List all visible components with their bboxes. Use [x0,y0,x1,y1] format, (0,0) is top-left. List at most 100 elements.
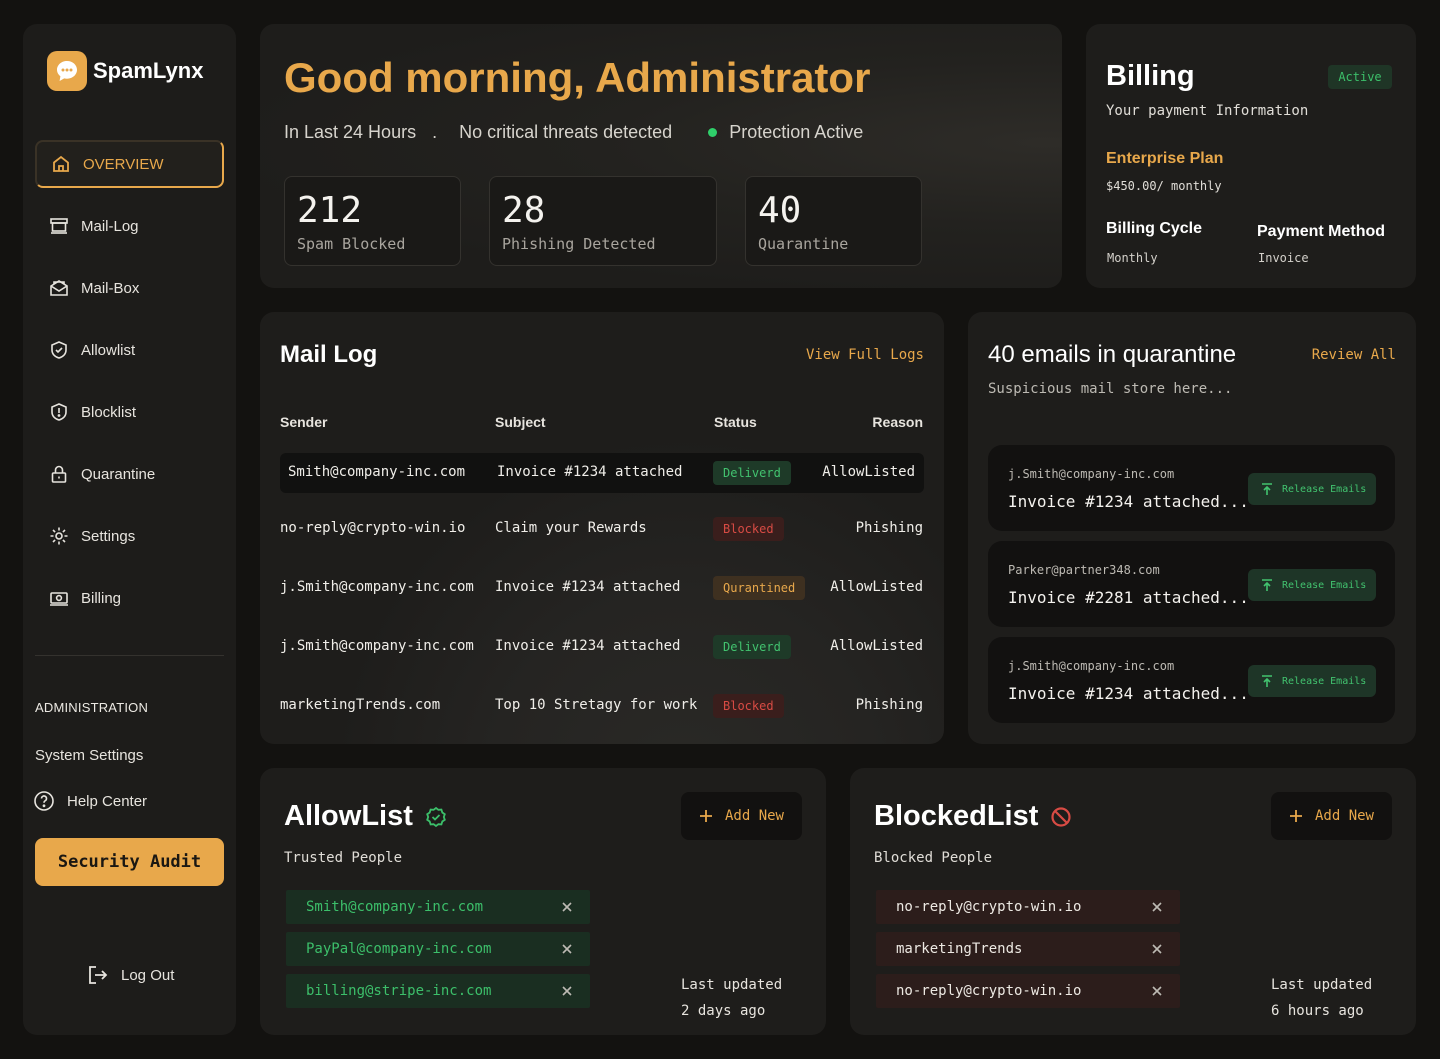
review-all-link[interactable]: Review All [1312,347,1396,363]
last-updated: Last updated 6 hours ago [1271,972,1372,1024]
add-blockedlist-button[interactable]: Add New [1271,792,1392,840]
billing-subtitle: Your payment Information [1106,103,1309,119]
sender-cell: marketingTrends.com [280,697,441,713]
blockedlist-email: no-reply@crypto-win.io [896,899,1082,915]
quarantine-sender: j.Smith@company-inc.com [1008,659,1175,673]
blockedlist-title: BlockedList [874,800,1072,833]
close-icon[interactable] [1148,898,1166,916]
table-row[interactable]: no-reply@crypto-win.io Claim your Reward… [280,509,924,549]
plan-name: Enterprise Plan [1106,150,1224,167]
close-icon[interactable] [558,940,576,958]
shield-alert-icon [51,403,67,421]
list-item: no-reply@crypto-win.io [876,890,1180,924]
table-row[interactable]: j.Smith@company-inc.com Invoice #1234 at… [280,627,924,667]
billing-cycle-value: Monthly [1107,251,1158,265]
blockedlist-title-text: BlockedList [874,800,1039,832]
quarantine-item[interactable]: Parker@partner348.com Invoice #2281 atta… [988,541,1395,627]
status-badge: Qurantined [713,576,806,600]
status-badge: Blocked [713,517,784,541]
sidebar-item-overview[interactable]: OVERVIEW [35,140,224,188]
release-icon [1262,675,1272,687]
subject-cell: Claim your Rewards [495,520,647,536]
quarantine-subtitle: Suspicious mail store here... [988,381,1233,397]
table-row[interactable]: j.Smith@company-inc.com Invoice #1234 at… [280,568,924,608]
gear-icon [50,527,68,545]
system-settings-link[interactable]: System Settings [35,747,143,764]
add-allowlist-button[interactable]: Add New [681,792,802,840]
sidebar-item-label: Quarantine [81,465,156,483]
view-full-logs-link[interactable]: View Full Logs [806,347,924,363]
status-badge: Blocked [713,694,784,718]
close-icon[interactable] [1148,940,1166,958]
greeting-title: Good morning, Administrator [284,54,871,101]
home-icon [53,155,69,172]
sidebar-item-allowlist[interactable]: Allowlist [35,326,224,374]
table-row[interactable]: marketingTrends.com Top 10 Stretagy for … [280,686,924,726]
block-icon [1051,806,1071,827]
sidebar-item-settings[interactable]: Settings [35,512,224,560]
sidebar-item-billing[interactable]: Billing [35,574,224,622]
quarantine-item[interactable]: j.Smith@company-inc.com Invoice #1234 at… [988,445,1395,531]
allowlist-panel: AllowList Trusted People Add New Smith@c… [260,768,826,1035]
release-emails-button[interactable]: Release Emails [1248,569,1376,601]
sender-cell: j.Smith@company-inc.com [280,638,474,654]
help-center-link[interactable]: Help Center [33,790,147,812]
sidebar-item-mail-box[interactable]: Mail-Box [35,264,224,312]
greeting-panel: Good morning, Administrator In Last 24 H… [260,24,1062,288]
allowlist-subtitle: Trusted People [284,850,403,866]
column-header-reason: Reason [872,414,923,430]
app-logo[interactable]: SpamLynx [47,51,203,91]
sender-cell: no-reply@crypto-win.io [280,520,466,536]
stat-quarantine[interactable]: 40 Quarantine [745,176,922,266]
release-emails-button[interactable]: Release Emails [1248,473,1376,505]
payment-method-label: Payment Method [1257,223,1386,240]
reason-cell: AllowListed [830,638,923,654]
subject-cell: Invoice #1234 attached [495,579,681,595]
sidebar-item-blocklist[interactable]: Blocklist [35,388,224,436]
quarantine-sender: j.Smith@company-inc.com [1008,467,1175,481]
blockedlist-subtitle: Blocked People [874,850,993,866]
threat-status: No critical threats detected [459,122,673,142]
plus-icon [699,810,712,822]
payment-method-value: Invoice [1258,251,1309,265]
list-item: billing@stripe-inc.com [286,974,590,1008]
allowlist-email: billing@stripe-inc.com [306,983,492,999]
reason-cell: AllowListed [822,464,915,480]
close-icon[interactable] [558,982,576,1000]
quarantine-sender: Parker@partner348.com [1008,563,1160,577]
release-icon [1262,579,1272,591]
sidebar-divider [35,655,224,656]
billing-title: Billing [1106,60,1195,92]
help-center-label: Help Center [67,792,148,810]
close-icon[interactable] [1148,982,1166,1000]
list-item: Smith@company-inc.com [286,890,590,924]
sidebar-item-quarantine[interactable]: Quarantine [35,450,224,498]
sidebar-item-label: Allowlist [81,341,136,359]
lock-icon [51,465,67,483]
column-header-status: Status [714,414,757,430]
subject-cell: Invoice #1234 attached [497,464,683,480]
quarantine-item[interactable]: j.Smith@company-inc.com Invoice #1234 at… [988,637,1395,723]
sidebar-item-label: Mail-Log [81,217,139,235]
release-label: Release Emails [1282,579,1367,591]
reason-cell: AllowListed [830,579,923,595]
logout-label: Log Out [121,966,175,984]
stat-label: Quarantine [758,235,849,253]
security-audit-button[interactable]: Security Audit [35,838,224,886]
close-icon[interactable] [558,898,576,916]
logout-button[interactable]: Log Out [87,964,174,986]
release-emails-button[interactable]: Release Emails [1248,665,1376,697]
stat-phishing-detected[interactable]: 28 Phishing Detected [489,176,717,266]
stat-spam-blocked[interactable]: 212 Spam Blocked [284,176,461,266]
quarantine-subject: Invoice #2281 attached... [1008,588,1249,607]
verified-badge-icon [426,806,446,827]
table-row[interactable]: Smith@company-inc.com Invoice #1234 atta… [280,453,924,493]
protection-status: Protection Active [729,122,864,142]
column-header-subject: Subject [495,414,546,430]
list-item: no-reply@crypto-win.io [876,974,1180,1008]
last-updated-label: Last updated [681,977,783,993]
sidebar-item-mail-log[interactable]: Mail-Log [35,202,224,250]
stat-value: 212 [297,190,363,231]
app-name: SpamLynx [93,58,204,83]
add-label: Add New [724,808,784,824]
